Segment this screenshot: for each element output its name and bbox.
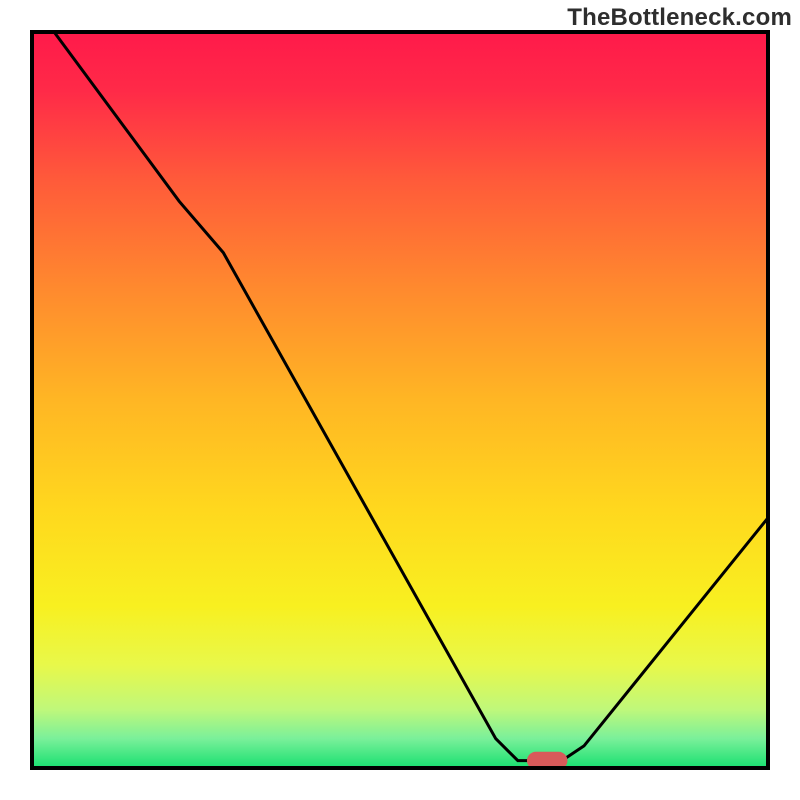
watermark-text: TheBottleneck.com [567, 4, 792, 32]
chart-container: TheBottleneck.com [0, 0, 800, 800]
bottleneck-chart [0, 0, 800, 800]
plot-background-gradient [32, 32, 768, 768]
